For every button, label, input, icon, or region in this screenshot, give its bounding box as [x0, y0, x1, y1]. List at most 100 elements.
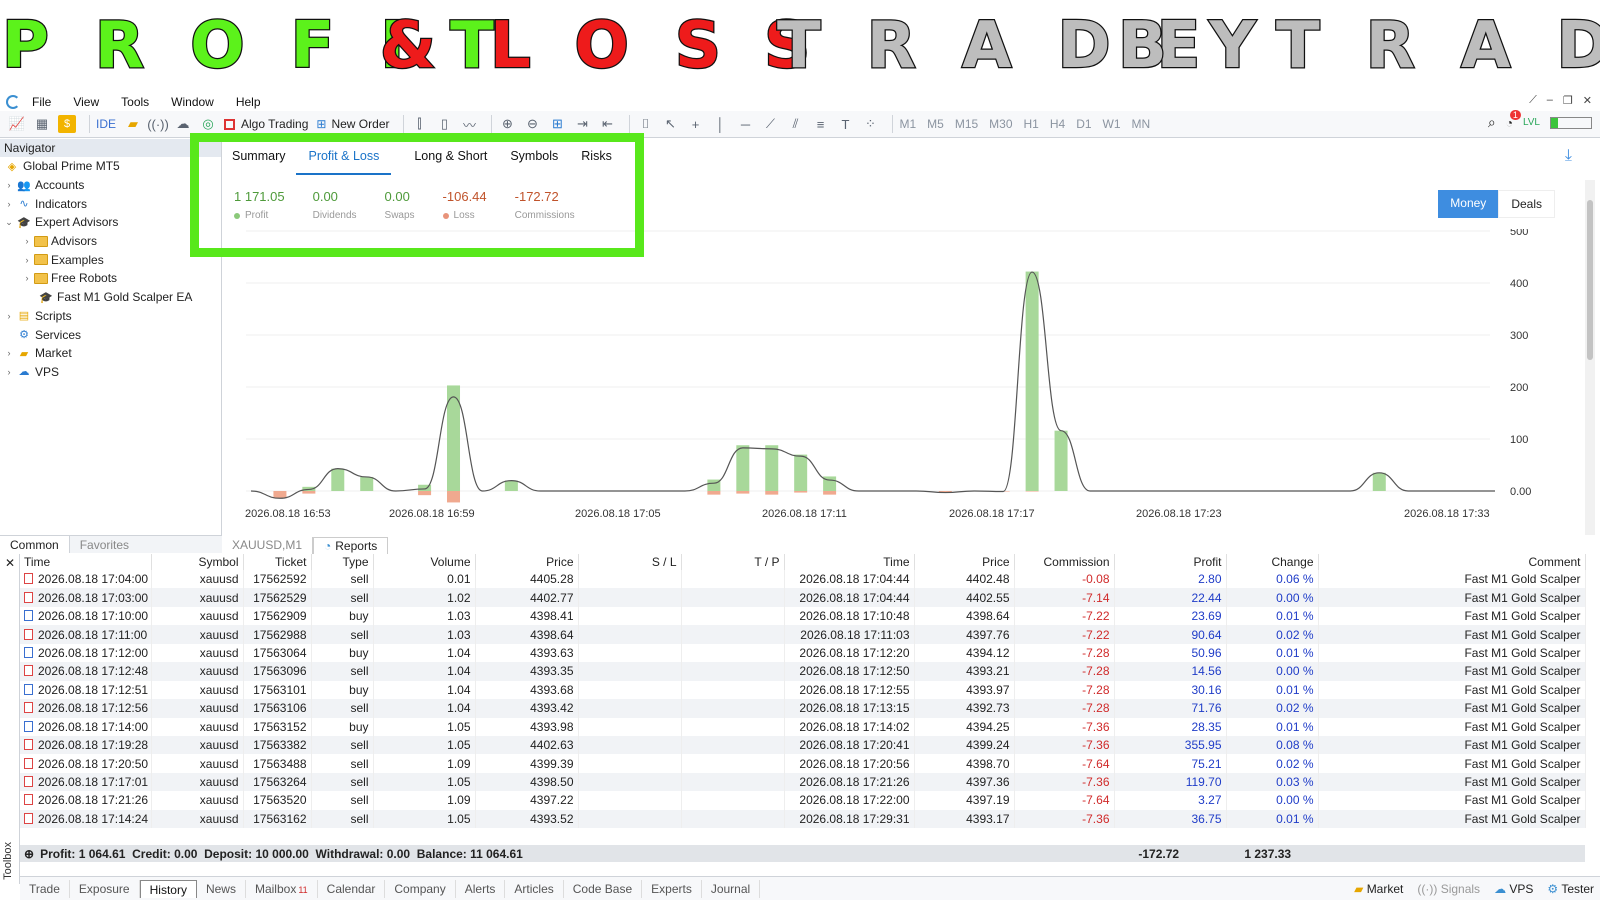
column-header[interactable]: Ticket	[243, 554, 312, 570]
column-header[interactable]: Change	[1226, 554, 1319, 570]
screenshot-icon[interactable]: ⌷	[636, 115, 654, 133]
column-header[interactable]: Comment	[1318, 554, 1586, 570]
dollar-icon[interactable]: $	[58, 115, 76, 133]
tab-symbols[interactable]: Symbols	[510, 149, 558, 175]
table-row[interactable]: 2026.08.18 17:11:00 xauusd 17562988 sell 1.0…	[20, 625, 1586, 644]
column-header[interactable]: S / L	[578, 554, 682, 570]
navigator-item[interactable]: 🎓 Fast M1 Gold Scalper EA	[0, 288, 221, 307]
column-header[interactable]: Commission	[1014, 554, 1115, 570]
expand-arrow-icon[interactable]: ›	[4, 367, 14, 377]
vps-cloud-icon[interactable]: ☁	[174, 115, 192, 133]
terminal-tab-calendar[interactable]: Calendar	[318, 879, 386, 898]
tab-risks[interactable]: Risks	[581, 149, 612, 175]
notifications-icon[interactable]: ◔ 1	[1506, 109, 1521, 130]
download-icon[interactable]: ⤓	[1565, 147, 1572, 165]
timeframe-h4[interactable]: H4	[1050, 117, 1065, 131]
table-row[interactable]: 2026.08.18 17:12:51 xauusd 17563101 buy 1.04…	[20, 680, 1586, 700]
terminal-tab-company[interactable]: Company	[385, 879, 456, 898]
zoom-in-icon[interactable]: ⊕	[498, 115, 516, 133]
expand-arrow-icon[interactable]: ›	[22, 273, 32, 283]
table-row[interactable]: 2026.08.18 17:03:00 xauusd 17562529 sell 1.0…	[20, 588, 1586, 607]
timeframe-m1[interactable]: M1	[899, 117, 916, 131]
bar-chart-icon[interactable]: ⫿	[410, 115, 428, 133]
terminal-tab-alerts[interactable]: Alerts	[456, 879, 506, 898]
expand-arrow-icon[interactable]: ›	[4, 311, 14, 321]
restore-button[interactable]: ❐	[1563, 94, 1573, 107]
status-market[interactable]: ▰ Market	[1354, 882, 1403, 896]
expand-arrow-icon[interactable]: ›	[22, 255, 32, 265]
navigator-item[interactable]: › Advisors	[0, 232, 221, 251]
timeframe-w1[interactable]: W1	[1103, 117, 1121, 131]
terminal-tab-articles[interactable]: Articles	[505, 879, 564, 898]
candles-icon[interactable]: ▯	[435, 115, 453, 133]
navigator-item[interactable]: › ☁ VPS	[0, 363, 221, 382]
timeframe-m15[interactable]: M15	[955, 117, 978, 131]
crosshair-icon[interactable]: +	[686, 115, 704, 133]
navigator-item[interactable]: › ∿ Indicators	[0, 194, 221, 213]
trendline-icon[interactable]: ⟋	[761, 115, 779, 133]
close-button[interactable]: ✕	[1583, 94, 1592, 107]
chart-type-icon[interactable]: 📈	[8, 115, 26, 133]
navigator-item[interactable]: › ▰ Market	[0, 344, 221, 363]
timeframe-m5[interactable]: M5	[927, 117, 944, 131]
expand-arrow-icon[interactable]: ⌄	[4, 217, 14, 228]
table-row[interactable]: 2026.08.18 17:20:50 xauusd 17563488 sell 1.0…	[20, 754, 1586, 773]
search-icon[interactable]: ⌕	[1488, 114, 1496, 131]
terminal-tab-exposure[interactable]: Exposure	[70, 879, 140, 898]
navigator-item[interactable]: › ▤ Scripts	[0, 307, 221, 326]
terminal-tab-news[interactable]: News	[197, 879, 246, 898]
deals-button[interactable]: Deals	[1498, 190, 1555, 218]
table-row[interactable]: 2026.08.18 17:21:26 xauusd 17563520 sell 1.0…	[20, 791, 1586, 810]
column-header[interactable]: Price	[914, 554, 1015, 570]
terminal-tab-code-base[interactable]: Code Base	[564, 879, 643, 898]
tab-xauusd[interactable]: XAUUSD,M1	[222, 537, 314, 554]
globe-icon[interactable]: ◎	[199, 115, 217, 133]
status-signals[interactable]: ((·)) Signals	[1417, 882, 1480, 896]
status-tester[interactable]: ⚙ Tester	[1547, 882, 1594, 896]
column-header[interactable]: T / P	[681, 554, 785, 570]
terminal-tab-mailbox[interactable]: Mailbox 11	[246, 879, 318, 898]
close-toolbox-icon[interactable]: ✕	[5, 556, 15, 570]
terminal-tab-trade[interactable]: Trade	[20, 879, 70, 898]
column-header[interactable]: Time	[20, 554, 152, 570]
column-header[interactable]: Type	[311, 554, 374, 570]
channel-icon[interactable]: ⫽	[786, 115, 804, 133]
shapes-icon[interactable]: ⁘	[861, 115, 879, 133]
column-header[interactable]: Symbol	[151, 554, 244, 570]
table-row[interactable]: 2026.08.18 17:10:00 xauusd 17562909 buy 1.03…	[20, 606, 1586, 626]
expand-arrow-icon[interactable]: ›	[22, 236, 32, 246]
column-header[interactable]: Profit	[1114, 554, 1227, 570]
table-row[interactable]: 2026.08.18 17:17:01 xauusd 17563264 sell 1.0…	[20, 772, 1586, 792]
tab-summary[interactable]: Summary	[232, 149, 285, 175]
column-header[interactable]: Price	[475, 554, 579, 570]
column-header[interactable]: Time	[784, 554, 915, 570]
column-header[interactable]: Volume	[373, 554, 476, 570]
table-row[interactable]: 2026.08.18 17:04:00 xauusd 17562592 sell 0.0…	[20, 570, 1586, 589]
menu-help[interactable]: Help	[236, 95, 261, 109]
tile-windows-icon[interactable]: ⊞	[548, 115, 566, 133]
scroll-icon[interactable]: ⇥	[573, 115, 591, 133]
tab-common[interactable]: Common	[0, 536, 70, 553]
cursor-icon[interactable]: ↖	[661, 115, 679, 133]
chart-scrollbar[interactable]	[1585, 180, 1595, 535]
ide-button[interactable]: IDE	[96, 113, 116, 135]
table-row[interactable]: 2026.08.18 17:12:56 xauusd 17563106 sell 1.0…	[20, 699, 1586, 718]
signals-icon[interactable]: ((·))	[147, 115, 169, 133]
tab-reports[interactable]: ◔ Reports	[313, 537, 389, 554]
navigator-item[interactable]: › Examples	[0, 250, 221, 269]
tab-favorites[interactable]: Favorites	[70, 536, 139, 553]
tab-long-short[interactable]: Long & Short	[414, 149, 487, 175]
navigator-root[interactable]: ◈ Global Prime MT5	[0, 157, 221, 176]
table-row[interactable]: 2026.08.18 17:12:00 xauusd 17563064 buy 1.04…	[20, 643, 1586, 663]
templates-icon[interactable]: ▦	[33, 115, 51, 133]
terminal-tab-history[interactable]: History	[139, 879, 197, 898]
new-order-button[interactable]: ⊞ New Order	[316, 113, 389, 135]
vertical-line-icon[interactable]: │	[711, 115, 729, 133]
text-icon[interactable]: T	[836, 115, 854, 133]
money-button[interactable]: Money	[1438, 190, 1499, 218]
algo-trading-button[interactable]: Algo Trading	[224, 113, 308, 135]
navigator-item[interactable]: › Free Robots	[0, 269, 221, 288]
timeframe-m30[interactable]: M30	[989, 117, 1012, 131]
status-vps[interactable]: ☁ VPS	[1494, 882, 1533, 896]
navigator-item[interactable]: › 👥 Accounts	[0, 176, 221, 195]
